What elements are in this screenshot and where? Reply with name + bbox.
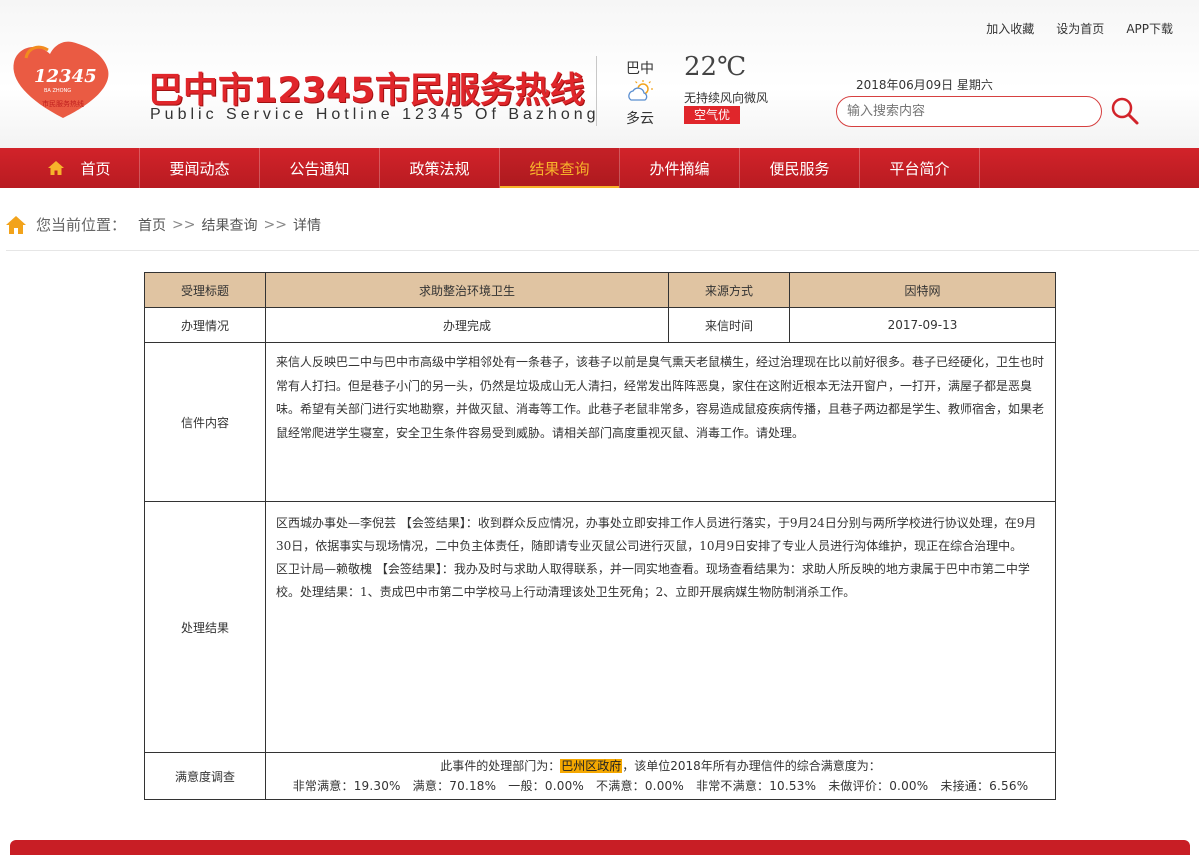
table-row: 受理标题 求助整治环境卫生 来源方式 因特网 bbox=[144, 272, 1056, 308]
current-date: 2018年06月09日 星期六 bbox=[856, 78, 993, 92]
satisfaction-stats: 非常满意：19.30% 满意：70.18% 一般：0.00% 不满意：0.00%… bbox=[292, 779, 1029, 793]
nav-notices[interactable]: 公告通知 bbox=[260, 148, 380, 188]
detail-table: 受理标题 求助整治环境卫生 来源方式 因特网 办理情况 办理完成 来信时间 20… bbox=[144, 272, 1056, 800]
status-label: 办理情况 bbox=[144, 307, 266, 343]
app-download-link[interactable]: APP下载 bbox=[1126, 20, 1173, 37]
site-header: 加入收藏 设为首页 APP下载 12345 BA ZHONG 市民服务热线 巴中… bbox=[0, 0, 1199, 148]
logo-number: 12345 bbox=[34, 66, 97, 87]
time-value: 2017-09-13 bbox=[789, 307, 1056, 343]
nav-label: 公告通知 bbox=[289, 159, 350, 178]
home-icon bbox=[6, 215, 26, 234]
weather-wind: 无持续风向微风 bbox=[684, 91, 769, 105]
result-content: 区西城办事处—李倪芸 【会签结果】：收到群众反应情况，办事处立即安排工作人员进行… bbox=[265, 501, 1056, 753]
status-value: 办理完成 bbox=[265, 307, 669, 343]
add-favorite-link[interactable]: 加入收藏 bbox=[986, 20, 1034, 37]
header-divider bbox=[596, 56, 597, 126]
nav-results[interactable]: 结果查询 bbox=[500, 148, 620, 188]
source-value: 因特网 bbox=[789, 272, 1056, 308]
set-homepage-link[interactable]: 设为首页 bbox=[1056, 20, 1104, 37]
search-input[interactable] bbox=[836, 96, 1102, 127]
breadcrumb-separator: >> bbox=[172, 216, 196, 233]
weather-city: 巴中 bbox=[626, 61, 654, 77]
time-label: 来信时间 bbox=[668, 307, 790, 343]
satisfaction-label: 满意度调查 bbox=[144, 752, 266, 800]
weather-desc: 多云 bbox=[626, 111, 654, 127]
search-icon[interactable] bbox=[1110, 96, 1140, 126]
nav-cases[interactable]: 办件摘编 bbox=[620, 148, 740, 188]
nav-label: 首页 bbox=[80, 159, 111, 178]
air-quality-badge: 空气优 bbox=[684, 106, 740, 124]
table-row: 办理情况 办理完成 来信时间 2017-09-13 bbox=[144, 307, 1056, 343]
nav-news[interactable]: 要闻动态 bbox=[140, 148, 260, 188]
breadcrumb-current: 详情 bbox=[292, 217, 321, 234]
result-label: 处理结果 bbox=[144, 501, 266, 753]
table-row: 信件内容 来信人反映巴二中与巴中市高级中学相邻处有一条巷子，该巷子以前是臭气熏天… bbox=[144, 342, 1056, 502]
breadcrumb: 您当前位置： 首页 >> 结果查询 >> 详情 bbox=[6, 214, 321, 235]
nav-services[interactable]: 便民服务 bbox=[740, 148, 860, 188]
breadcrumb-separator: >> bbox=[263, 216, 287, 233]
satisfaction-suffix: ，该单位2018年所有办理信件的综合满意度为： bbox=[622, 759, 881, 773]
nav-policy[interactable]: 政策法规 bbox=[380, 148, 500, 188]
home-icon bbox=[48, 161, 65, 175]
breadcrumb-label: 您当前位置： bbox=[36, 216, 127, 234]
satisfaction-content: 此事件的处理部门为：巴州区政府，该单位2018年所有办理信件的综合满意度为： 非… bbox=[265, 752, 1056, 800]
nav-label: 便民服务 bbox=[769, 159, 830, 178]
result-paragraph: 区西城办事处—李倪芸 【会签结果】：收到群众反应情况，办事处立即安排工作人员进行… bbox=[276, 516, 1037, 553]
footer-bar bbox=[10, 840, 1190, 855]
result-paragraph: 区卫计局—赖敬槐 【会签结果】：我办及时与求助人取得联系，并一同实地查看。现场查… bbox=[276, 562, 1030, 599]
nav-home[interactable]: 首页 bbox=[20, 148, 140, 188]
nav-label: 办件摘编 bbox=[649, 159, 710, 178]
nav-label: 结果查询 bbox=[529, 159, 590, 178]
title-label: 受理标题 bbox=[144, 272, 266, 308]
main-nav: 首页 要闻动态 公告通知 政策法规 结果查询 办件摘编 便民服务 平台简介 bbox=[0, 148, 1199, 188]
breadcrumb-results[interactable]: 结果查询 bbox=[201, 215, 257, 235]
table-row: 处理结果 区西城办事处—李倪芸 【会签结果】：收到群众反应情况，办事处立即安排工… bbox=[144, 501, 1056, 753]
satisfaction-line: 此事件的处理部门为：巴州区政府，该单位2018年所有办理信件的综合满意度为： bbox=[270, 756, 1051, 776]
satisfaction-prefix: 此事件的处理部门为： bbox=[440, 759, 561, 773]
top-links: 加入收藏 设为首页 APP下载 bbox=[964, 20, 1173, 37]
logo-sub-en: BA ZHONG bbox=[44, 88, 71, 94]
letter-content: 来信人反映巴二中与巴中市高级中学相邻处有一条巷子，该巷子以前是臭气熏天老鼠横生，… bbox=[265, 342, 1056, 502]
nav-label: 政策法规 bbox=[409, 159, 470, 178]
breadcrumb-divider bbox=[6, 250, 1199, 251]
title-value: 求助整治环境卫生 bbox=[265, 272, 669, 308]
nav-label: 要闻动态 bbox=[169, 159, 230, 178]
logo-sub-cn: 市民服务热线 bbox=[42, 99, 84, 108]
nav-about[interactable]: 平台简介 bbox=[860, 148, 980, 188]
content-label: 信件内容 bbox=[144, 342, 266, 502]
department-highlight: 巴州区政府 bbox=[560, 759, 623, 773]
weather-temp: 22℃ bbox=[684, 52, 747, 82]
source-label: 来源方式 bbox=[668, 272, 790, 308]
site-title-english: Public Service Hotline 12345 Of Bazhong bbox=[150, 106, 600, 123]
breadcrumb-home[interactable]: 首页 bbox=[138, 215, 166, 235]
site-logo[interactable]: 12345 BA ZHONG 市民服务热线 bbox=[8, 40, 118, 122]
nav-label: 平台简介 bbox=[889, 159, 950, 178]
cloudy-sun-icon bbox=[628, 80, 653, 101]
table-row: 满意度调查 此事件的处理部门为：巴州区政府，该单位2018年所有办理信件的综合满… bbox=[144, 752, 1056, 800]
